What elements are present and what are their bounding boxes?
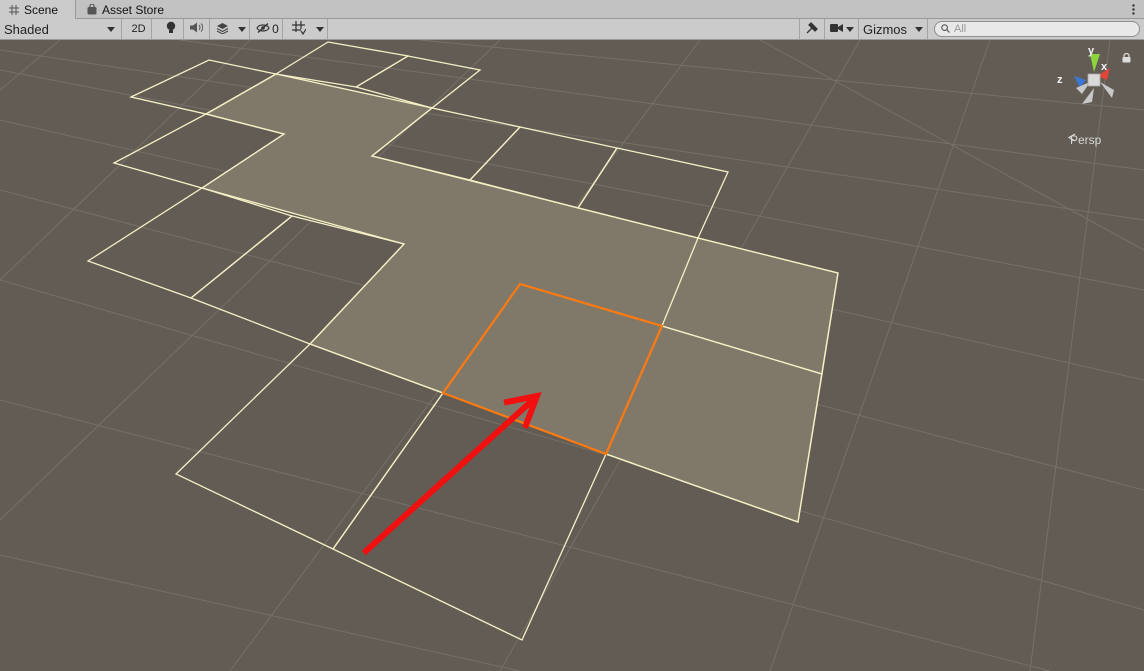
audio-toggle-button[interactable] xyxy=(184,19,210,39)
chevron-down-icon xyxy=(915,26,923,32)
effects-toggle-button[interactable] xyxy=(210,19,234,39)
grid-snap-icon xyxy=(292,20,307,38)
tab-asset-store-label: Asset Store xyxy=(102,2,165,17)
chevron-down-icon xyxy=(107,26,115,32)
tile-region-fill xyxy=(202,74,838,522)
search-input[interactable] xyxy=(954,23,1134,35)
scene-canvas xyxy=(0,40,1144,671)
grid-icon xyxy=(8,4,19,15)
search-icon xyxy=(941,22,950,36)
chevron-down-icon xyxy=(845,26,854,32)
annotation-arrow xyxy=(361,391,542,556)
effects-dropdown[interactable] xyxy=(234,19,250,39)
gizmos-dropdown[interactable] xyxy=(911,19,928,39)
tools-icon xyxy=(806,21,818,37)
lightbulb-icon xyxy=(166,21,176,37)
hidden-objects-toggle[interactable]: 0 xyxy=(253,19,283,39)
scene-viewport[interactable]: y x z Persp xyxy=(0,40,1144,671)
chevron-down-icon xyxy=(315,26,324,32)
eye-slash-icon xyxy=(256,22,270,36)
speaker-icon xyxy=(190,22,204,36)
tab-scene-label: Scene xyxy=(24,2,59,17)
gizmo-z-label: z xyxy=(1057,74,1063,86)
lighting-toggle-button[interactable] xyxy=(158,19,184,39)
gizmo-y-label: y xyxy=(1088,45,1095,57)
chevron-down-icon xyxy=(237,26,246,32)
grid-dropdown[interactable] xyxy=(312,19,328,39)
draw-mode-dropdown[interactable]: Shaded xyxy=(0,19,122,39)
lock-icon[interactable] xyxy=(1122,53,1132,63)
tab-scene[interactable]: Scene xyxy=(0,0,76,19)
projection-toggle[interactable]: Persp xyxy=(1068,133,1101,147)
orientation-gizmo[interactable] xyxy=(1052,42,1132,142)
tools-button[interactable] xyxy=(799,19,825,39)
search-field[interactable] xyxy=(934,21,1140,37)
hidden-count: 0 xyxy=(272,22,279,36)
tab-bar: Scene Asset Store xyxy=(0,0,1144,19)
tab-asset-store[interactable]: Asset Store xyxy=(78,0,174,19)
scene-toolbar: Shaded 2D 0 Gizmos All xyxy=(0,19,1144,40)
bag-icon xyxy=(86,4,97,15)
gizmo-x-label: x xyxy=(1101,61,1108,73)
2d-toggle-button[interactable]: 2D xyxy=(126,19,152,39)
more-options-icon[interactable] xyxy=(1128,2,1138,16)
draw-mode-label: Shaded xyxy=(4,21,49,37)
gizmos-button[interactable]: Gizmos xyxy=(859,19,911,39)
camera-icon xyxy=(829,22,843,36)
grid-toggle-button[interactable] xyxy=(286,19,312,39)
camera-settings-button[interactable] xyxy=(825,19,859,39)
layers-icon xyxy=(216,22,229,37)
